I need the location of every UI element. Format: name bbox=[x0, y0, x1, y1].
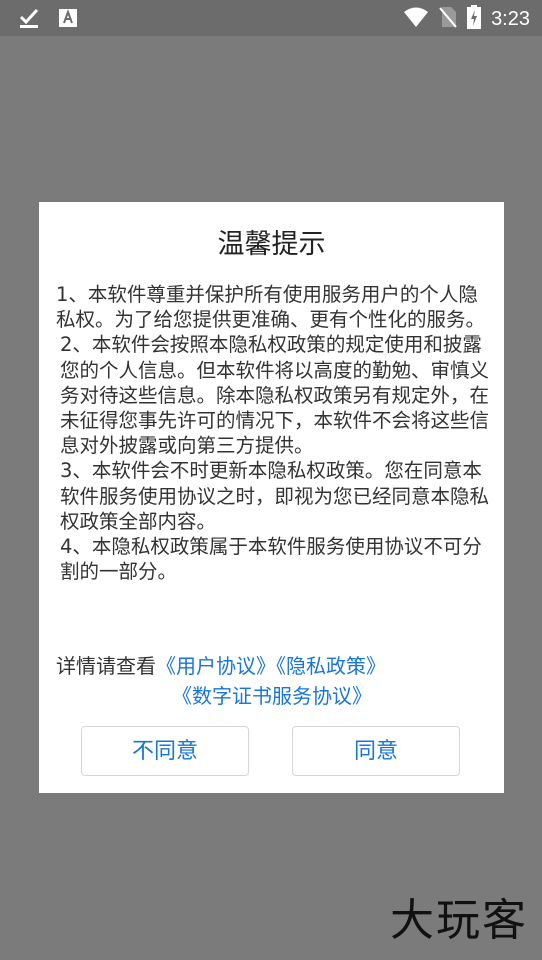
user-agreement-link[interactable]: 《用户协议》 bbox=[156, 654, 276, 678]
watermark-logo: 大玩客 bbox=[390, 895, 528, 946]
details-prefix: 详情请查看 bbox=[56, 654, 156, 678]
status-time: 3:23 bbox=[491, 7, 530, 30]
app-notification-icon bbox=[58, 7, 78, 33]
disagree-button[interactable]: 不同意 bbox=[81, 726, 249, 776]
dialog-title: 温馨提示 bbox=[217, 229, 326, 260]
agree-button[interactable]: 同意 bbox=[292, 726, 460, 776]
wifi-icon bbox=[403, 6, 429, 32]
status-bar: 3:23 bbox=[0, 0, 542, 36]
battery-charging-icon bbox=[467, 5, 482, 33]
policy-paragraph-4: 4、本隐私权政策属于本软件服务使用协议不可分割的一部分。 bbox=[60, 535, 482, 584]
policy-paragraph-1: 1、本软件尊重并保护所有使用服务用户的个人隐私权。为了给您提供更准确、更有个性化… bbox=[56, 283, 486, 332]
privacy-dialog: 温馨提示 1、本软件尊重并保护所有使用服务用户的个人隐私权。为了给您提供更准确、… bbox=[39, 202, 504, 793]
no-sim-icon bbox=[439, 6, 457, 32]
certificate-agreement-link[interactable]: 《数字证书服务协议》 bbox=[172, 684, 372, 708]
dialog-body: 1、本软件尊重并保护所有使用服务用户的个人隐私权。为了给您提供更准确、更有个性化… bbox=[56, 282, 496, 584]
policy-paragraph-2: 2、本软件会按照本隐私权政策的规定使用和披露您的个人信息。但本软件将以高度的勤勉… bbox=[60, 333, 490, 458]
privacy-policy-link[interactable]: 《隐私政策》 bbox=[276, 654, 386, 678]
agreement-links: 详情请查看《用户协议》《隐私政策》 《数字证书服务协议》 bbox=[56, 651, 496, 711]
download-done-icon bbox=[18, 7, 40, 33]
policy-paragraph-3: 3、本软件会不时更新本隐私权政策。您在同意本软件服务使用协议之时，即视为您已经同… bbox=[60, 459, 490, 533]
